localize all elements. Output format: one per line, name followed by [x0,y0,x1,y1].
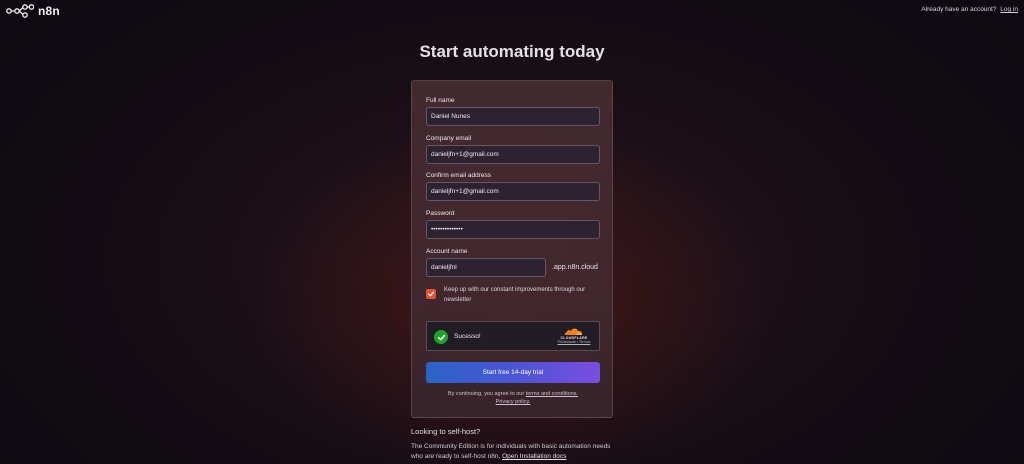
newsletter-checkbox[interactable] [426,289,436,299]
installation-docs-link[interactable]: Open Installation docs [502,453,566,460]
captcha-status: Sucesso! [454,333,481,340]
account-domain-suffix: .app.n8n.cloud [552,264,598,271]
full-name-label: Full name [426,97,455,104]
success-check-icon [434,330,448,344]
confirm-email-label: Confirm email address [426,172,492,179]
password-label: Password [426,210,455,217]
full-name-input[interactable]: Daniel Nunes [426,107,600,126]
n8n-logo-icon [6,4,34,18]
cloudflare-branding: CLOUDFLARE Privacidade • Termos [556,327,592,344]
self-host-title: Looking to self-host? [411,427,481,436]
self-host-body: The Community Edition is for individuals… [411,442,611,462]
password-input[interactable]: •••••••••••••• [426,220,600,239]
signup-form-card: Full name Daniel Nunes Company email dan… [411,80,613,418]
login-link[interactable]: Log in [1000,6,1018,13]
account-name-label: Account name [426,248,468,255]
cloudflare-captcha[interactable]: Sucesso! CLOUDFLARE Privacidade • Termos [426,321,600,351]
brand-name: n8n [38,4,60,18]
top-bar: n8n Already have an account? Log in [0,0,1024,22]
checkmark-icon [427,291,435,297]
legal-prefix: By continuing, you agree to our [448,391,525,397]
confirm-email-input[interactable]: danieljfn+1@gmail.com [426,182,600,201]
login-prompt: Already have an account? Log in [921,6,1018,13]
legal-notice: By continuing, you agree to our terms an… [426,390,600,406]
captcha-privacy-terms-links[interactable]: Privacidade • Termos [556,340,592,344]
company-email-input[interactable]: danieljfn+1@gmail.com [426,145,600,164]
account-name-input[interactable]: danieljfnl [426,258,546,277]
company-email-label: Company email [426,135,472,142]
page-title: Start automating today [419,42,605,61]
terms-link[interactable]: terms and conditions. [526,391,578,397]
n8n-logo[interactable]: n8n [6,4,60,18]
login-prompt-text: Already have an account? [921,6,997,13]
start-trial-button[interactable]: Start free 14-day trial [426,362,600,383]
privacy-link[interactable]: Privacy policy. [496,399,531,405]
cloudflare-cloud-icon [564,328,583,335]
self-host-section: Looking to self-host? The Community Edit… [411,427,611,462]
newsletter-label: Keep up with our constant improvements t… [444,287,586,303]
